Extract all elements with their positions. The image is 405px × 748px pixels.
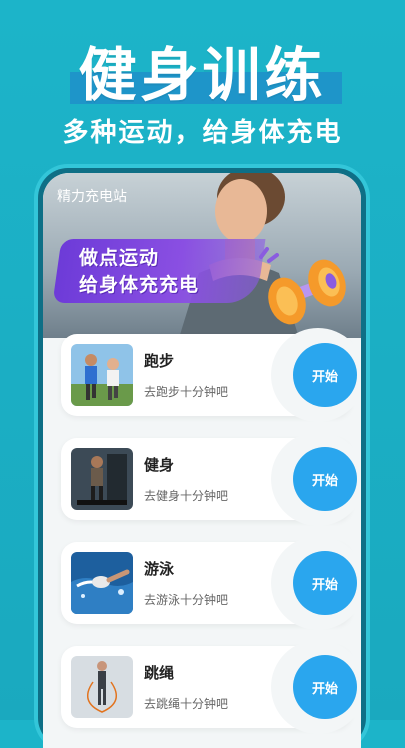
activity-desc: 去游泳十分钟吧 [144,593,229,607]
activity-title: 跳绳 [144,664,175,682]
activity-title: 游泳 [144,560,175,578]
activity-desc: 去健身十分钟吧 [144,489,229,503]
promo-banner-text: 做点运动 给身体充充电 [79,245,199,299]
start-button-running[interactable]: 开始 [293,343,357,407]
activity-desc: 去跑步十分钟吧 [144,385,229,399]
swimmer-photo-icon [71,552,133,614]
banner-line-1: 做点运动 [79,247,160,269]
gym-treadmill-photo-icon [71,448,133,510]
running-couple-photo-icon [71,344,133,406]
activity-card-gym[interactable]: 健身 去健身十分钟吧 开始 [61,432,361,526]
hero-banner-area: 精力充电站 做点运动 给身体充充电 [43,173,361,338]
activity-card-swimming[interactable]: 游泳 去游泳十分钟吧 开始 [61,536,361,630]
app-title: 精力充电站 [57,189,127,205]
start-button-gym[interactable]: 开始 [293,447,357,511]
phone-frame: 精力充电站 做点运动 给身体充充电 跑步 去跑步十分钟吧 开始 健身 去健身十分… [38,168,366,748]
jump-rope-photo-icon [71,656,133,718]
start-button-swimming[interactable]: 开始 [293,551,357,615]
promo-title-wrap: 健身训练 [0,28,405,112]
promo-title: 健身训练 [78,41,327,109]
promo-subtitle: 多种运动，给身体充电 [62,118,343,148]
activity-title: 健身 [144,456,175,474]
activity-desc: 去跳绳十分钟吧 [144,697,229,711]
activity-card-jump-rope[interactable]: 跳绳 去跳绳十分钟吧 开始 [61,640,361,734]
activity-title: 跑步 [144,352,175,370]
app-screen: 精力充电站 做点运动 给身体充充电 跑步 去跑步十分钟吧 开始 健身 去健身十分… [43,173,361,748]
activity-card-running[interactable]: 跑步 去跑步十分钟吧 开始 [61,328,361,422]
banner-line-2: 给身体充充电 [79,274,200,296]
dumbbell-icon [259,247,346,325]
start-button-jump-rope[interactable]: 开始 [293,655,357,719]
